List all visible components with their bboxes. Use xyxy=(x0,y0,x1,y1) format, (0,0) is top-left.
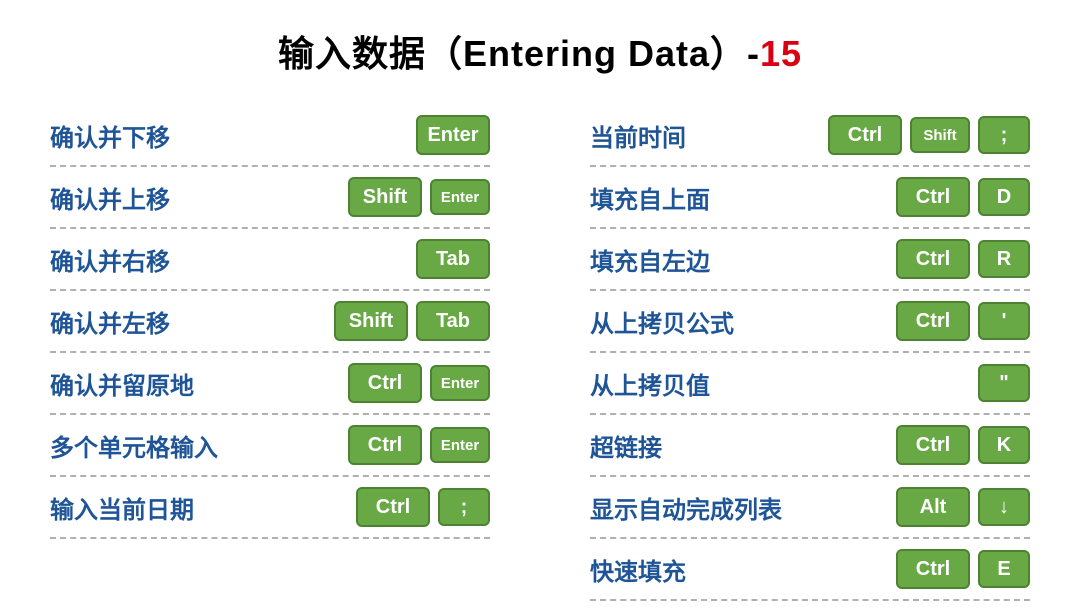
key-cap: Ctrl xyxy=(896,239,970,279)
shortcut-row: 从上拷贝公式 Ctrl' xyxy=(590,291,1030,353)
title-number: 15 xyxy=(760,33,802,74)
key-cap: Enter xyxy=(430,427,490,463)
left-column: 确认并下移Enter确认并上移ShiftEnter确认并右移Tab确认并左移Sh… xyxy=(50,105,490,601)
key-cap: Shift xyxy=(348,177,422,217)
shortcut-row: 当前时间 CtrlShift; xyxy=(590,105,1030,167)
key-cap: Ctrl xyxy=(348,363,422,403)
shortcut-label: 确认并上移 xyxy=(50,180,170,215)
key-cap: K xyxy=(978,426,1030,464)
shortcut-label: 填充自上面 xyxy=(590,180,710,215)
shortcut-row: 输入当前日期 Ctrl; xyxy=(50,477,490,539)
key-cap: ; xyxy=(438,488,490,526)
shortcut-label: 显示自动完成列表 xyxy=(590,490,782,525)
key-group: Ctrl; xyxy=(356,487,490,527)
key-cap: Ctrl xyxy=(896,301,970,341)
key-cap: Tab xyxy=(416,301,490,341)
key-group: CtrlShift; xyxy=(828,115,1030,155)
shortcut-label: 填充自左边 xyxy=(590,242,710,277)
key-cap: Shift xyxy=(334,301,408,341)
key-group: CtrlK xyxy=(896,425,1030,465)
shortcut-row: 从上拷贝值 " xyxy=(590,353,1030,415)
key-cap: Ctrl xyxy=(828,115,902,155)
key-cap: Enter xyxy=(430,365,490,401)
key-group: CtrlR xyxy=(896,239,1030,279)
key-cap: Ctrl xyxy=(356,487,430,527)
key-cap: Shift xyxy=(910,117,970,153)
key-cap: Ctrl xyxy=(896,177,970,217)
page-title: 输入数据（Entering Data）-15 xyxy=(50,25,1030,77)
key-group: CtrlEnter xyxy=(348,425,490,465)
key-cap: ' xyxy=(978,302,1030,340)
key-cap: " xyxy=(978,364,1030,402)
shortcut-label: 确认并留原地 xyxy=(50,366,194,401)
key-group: Enter xyxy=(416,115,490,155)
right-column: 当前时间CtrlShift;填充自上面CtrlD填充自左边CtrlR从上拷贝公式… xyxy=(590,105,1030,601)
key-cap: Enter xyxy=(430,179,490,215)
key-cap: Tab xyxy=(416,239,490,279)
shortcut-label: 超链接 xyxy=(590,428,662,463)
shortcut-label: 确认并左移 xyxy=(50,304,170,339)
key-group: " xyxy=(978,364,1030,402)
shortcut-row: 填充自上面 CtrlD xyxy=(590,167,1030,229)
key-group: CtrlD xyxy=(896,177,1030,217)
shortcut-label: 快速填充 xyxy=(590,552,686,587)
key-group: Ctrl' xyxy=(896,301,1030,341)
shortcut-row: 快速填充 CtrlE xyxy=(590,539,1030,601)
key-cap: ↓ xyxy=(978,488,1030,526)
shortcut-row: 填充自左边 CtrlR xyxy=(590,229,1030,291)
key-cap: Ctrl xyxy=(896,425,970,465)
shortcut-label: 当前时间 xyxy=(590,118,686,153)
shortcut-row: 确认并右移 Tab xyxy=(50,229,490,291)
shortcut-row: 确认并上移 ShiftEnter xyxy=(50,167,490,229)
shortcut-row: 超链接 CtrlK xyxy=(590,415,1030,477)
key-group: Tab xyxy=(416,239,490,279)
key-cap: R xyxy=(978,240,1030,278)
shortcut-row: 显示自动完成列表 Alt↓ xyxy=(590,477,1030,539)
shortcut-label: 多个单元格输入 xyxy=(50,428,218,463)
shortcut-row: 确认并下移 Enter xyxy=(50,105,490,167)
shortcut-row: 多个单元格输入 CtrlEnter xyxy=(50,415,490,477)
shortcut-label: 从上拷贝公式 xyxy=(590,304,734,339)
shortcut-row: 确认并留原地 CtrlEnter xyxy=(50,353,490,415)
shortcut-row: 确认并左移 ShiftTab xyxy=(50,291,490,353)
key-group: CtrlE xyxy=(896,549,1030,589)
key-cap: E xyxy=(978,550,1030,588)
key-cap: D xyxy=(978,178,1030,216)
key-cap: Ctrl xyxy=(348,425,422,465)
key-group: ShiftTab xyxy=(334,301,490,341)
key-group: CtrlEnter xyxy=(348,363,490,403)
key-cap: Enter xyxy=(416,115,490,155)
key-cap: Ctrl xyxy=(896,549,970,589)
key-cap: Alt xyxy=(896,487,970,527)
key-group: ShiftEnter xyxy=(348,177,490,217)
key-cap: ; xyxy=(978,116,1030,154)
key-group: Alt↓ xyxy=(896,487,1030,527)
shortcut-label: 确认并下移 xyxy=(50,118,170,153)
shortcut-label: 确认并右移 xyxy=(50,242,170,277)
shortcut-label: 从上拷贝值 xyxy=(590,366,710,401)
shortcut-columns: 确认并下移Enter确认并上移ShiftEnter确认并右移Tab确认并左移Sh… xyxy=(50,105,1030,601)
shortcut-label: 输入当前日期 xyxy=(50,490,194,525)
title-main: 输入数据（Entering Data）- xyxy=(278,33,760,74)
